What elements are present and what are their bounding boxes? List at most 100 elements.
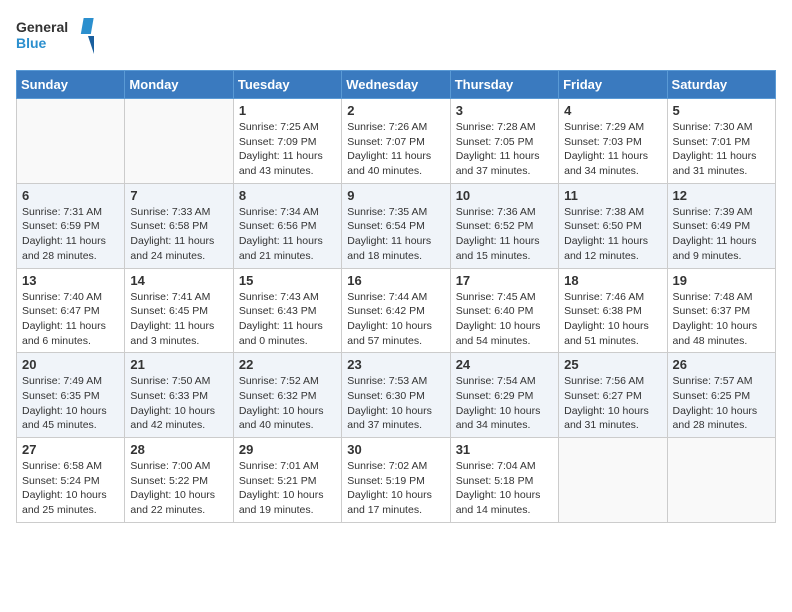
calendar-cell: 26 Sunrise: 7:57 AM Sunset: 6:25 PM Dayli… xyxy=(667,353,775,438)
calendar-cell: 15 Sunrise: 7:43 AM Sunset: 6:43 PM Dayli… xyxy=(233,268,341,353)
day-info: Sunrise: 7:00 AM Sunset: 5:22 PM Dayligh… xyxy=(130,459,227,518)
day-info: Sunrise: 7:31 AM Sunset: 6:59 PM Dayligh… xyxy=(22,205,119,264)
calendar-cell: 22 Sunrise: 7:52 AM Sunset: 6:32 PM Dayli… xyxy=(233,353,341,438)
day-number: 15 xyxy=(239,273,336,288)
calendar-cell: 23 Sunrise: 7:53 AM Sunset: 6:30 PM Dayli… xyxy=(342,353,450,438)
day-info: Sunrise: 7:30 AM Sunset: 7:01 PM Dayligh… xyxy=(673,120,770,179)
calendar-cell: 9 Sunrise: 7:35 AM Sunset: 6:54 PM Daylig… xyxy=(342,183,450,268)
day-number: 25 xyxy=(564,357,661,372)
column-header-monday: Monday xyxy=(125,71,233,99)
calendar-week-row: 1 Sunrise: 7:25 AM Sunset: 7:09 PM Daylig… xyxy=(17,99,776,184)
calendar-cell: 10Sunrise: 7:36 AM Sunset: 6:52 PM Dayli… xyxy=(450,183,558,268)
column-header-thursday: Thursday xyxy=(450,71,558,99)
day-info: Sunrise: 7:57 AM Sunset: 6:25 PM Dayligh… xyxy=(673,374,770,433)
calendar-cell xyxy=(667,438,775,523)
calendar-cell xyxy=(17,99,125,184)
svg-text:Blue: Blue xyxy=(16,35,47,51)
day-number: 16 xyxy=(347,273,444,288)
calendar-week-row: 13Sunrise: 7:40 AM Sunset: 6:47 PM Dayli… xyxy=(17,268,776,353)
calendar-cell: 18 Sunrise: 7:46 AM Sunset: 6:38 PM Dayli… xyxy=(559,268,667,353)
calendar-cell: 13Sunrise: 7:40 AM Sunset: 6:47 PM Dayli… xyxy=(17,268,125,353)
day-info: Sunrise: 7:48 AM Sunset: 6:37 PM Dayligh… xyxy=(673,290,770,349)
day-number: 22 xyxy=(239,357,336,372)
calendar-cell: 24 Sunrise: 7:54 AM Sunset: 6:29 PM Dayli… xyxy=(450,353,558,438)
day-number: 4 xyxy=(564,103,661,118)
column-header-tuesday: Tuesday xyxy=(233,71,341,99)
calendar-cell: 12 Sunrise: 7:39 AM Sunset: 6:49 PM Dayli… xyxy=(667,183,775,268)
day-number: 9 xyxy=(347,188,444,203)
day-number: 13 xyxy=(22,273,119,288)
day-number: 26 xyxy=(673,357,770,372)
day-info: Sunrise: 7:04 AM Sunset: 5:18 PM Dayligh… xyxy=(456,459,553,518)
logo: General Blue xyxy=(16,16,96,58)
calendar-cell: 30 Sunrise: 7:02 AM Sunset: 5:19 PM Dayli… xyxy=(342,438,450,523)
calendar-table: SundayMondayTuesdayWednesdayThursdayFrid… xyxy=(16,70,776,523)
calendar-cell: 4 Sunrise: 7:29 AM Sunset: 7:03 PM Daylig… xyxy=(559,99,667,184)
day-number: 7 xyxy=(130,188,227,203)
day-info: Sunrise: 7:35 AM Sunset: 6:54 PM Dayligh… xyxy=(347,205,444,264)
day-info: Sunrise: 7:54 AM Sunset: 6:29 PM Dayligh… xyxy=(456,374,553,433)
svg-text:General: General xyxy=(16,19,68,35)
day-info: Sunrise: 7:39 AM Sunset: 6:49 PM Dayligh… xyxy=(673,205,770,264)
day-info: Sunrise: 7:52 AM Sunset: 6:32 PM Dayligh… xyxy=(239,374,336,433)
day-number: 21 xyxy=(130,357,227,372)
day-number: 30 xyxy=(347,442,444,457)
day-info: Sunrise: 7:50 AM Sunset: 6:33 PM Dayligh… xyxy=(130,374,227,433)
day-info: Sunrise: 7:53 AM Sunset: 6:30 PM Dayligh… xyxy=(347,374,444,433)
calendar-cell: 7Sunrise: 7:33 AM Sunset: 6:58 PM Daylig… xyxy=(125,183,233,268)
day-info: Sunrise: 7:41 AM Sunset: 6:45 PM Dayligh… xyxy=(130,290,227,349)
day-number: 2 xyxy=(347,103,444,118)
column-header-friday: Friday xyxy=(559,71,667,99)
calendar-cell: 28 Sunrise: 7:00 AM Sunset: 5:22 PM Dayli… xyxy=(125,438,233,523)
day-number: 1 xyxy=(239,103,336,118)
calendar-week-row: 20Sunrise: 7:49 AM Sunset: 6:35 PM Dayli… xyxy=(17,353,776,438)
calendar-cell: 6Sunrise: 7:31 AM Sunset: 6:59 PM Daylig… xyxy=(17,183,125,268)
day-number: 19 xyxy=(673,273,770,288)
column-header-wednesday: Wednesday xyxy=(342,71,450,99)
day-number: 5 xyxy=(673,103,770,118)
day-number: 24 xyxy=(456,357,553,372)
calendar-cell: 19 Sunrise: 7:48 AM Sunset: 6:37 PM Dayli… xyxy=(667,268,775,353)
calendar-week-row: 6Sunrise: 7:31 AM Sunset: 6:59 PM Daylig… xyxy=(17,183,776,268)
calendar-cell: 11Sunrise: 7:38 AM Sunset: 6:50 PM Dayli… xyxy=(559,183,667,268)
day-info: Sunrise: 7:25 AM Sunset: 7:09 PM Dayligh… xyxy=(239,120,336,179)
calendar-cell: 16 Sunrise: 7:44 AM Sunset: 6:42 PM Dayli… xyxy=(342,268,450,353)
day-info: Sunrise: 7:29 AM Sunset: 7:03 PM Dayligh… xyxy=(564,120,661,179)
day-info: Sunrise: 7:56 AM Sunset: 6:27 PM Dayligh… xyxy=(564,374,661,433)
day-number: 10 xyxy=(456,188,553,203)
day-number: 12 xyxy=(673,188,770,203)
day-number: 29 xyxy=(239,442,336,457)
day-number: 8 xyxy=(239,188,336,203)
calendar-cell: 17Sunrise: 7:45 AM Sunset: 6:40 PM Dayli… xyxy=(450,268,558,353)
day-info: Sunrise: 7:43 AM Sunset: 6:43 PM Dayligh… xyxy=(239,290,336,349)
calendar-cell: 31 Sunrise: 7:04 AM Sunset: 5:18 PM Dayli… xyxy=(450,438,558,523)
day-number: 27 xyxy=(22,442,119,457)
day-number: 17 xyxy=(456,273,553,288)
page-header: General Blue xyxy=(16,16,776,58)
calendar-cell: 25 Sunrise: 7:56 AM Sunset: 6:27 PM Dayli… xyxy=(559,353,667,438)
day-number: 18 xyxy=(564,273,661,288)
day-number: 14 xyxy=(130,273,227,288)
day-info: Sunrise: 6:58 AM Sunset: 5:24 PM Dayligh… xyxy=(22,459,119,518)
calendar-cell xyxy=(125,99,233,184)
day-number: 31 xyxy=(456,442,553,457)
day-info: Sunrise: 7:34 AM Sunset: 6:56 PM Dayligh… xyxy=(239,205,336,264)
calendar-cell: 2 Sunrise: 7:26 AM Sunset: 7:07 PM Daylig… xyxy=(342,99,450,184)
day-info: Sunrise: 7:02 AM Sunset: 5:19 PM Dayligh… xyxy=(347,459,444,518)
day-number: 23 xyxy=(347,357,444,372)
calendar-cell xyxy=(559,438,667,523)
calendar-cell: 8 Sunrise: 7:34 AM Sunset: 6:56 PM Daylig… xyxy=(233,183,341,268)
calendar-cell: 1 Sunrise: 7:25 AM Sunset: 7:09 PM Daylig… xyxy=(233,99,341,184)
day-info: Sunrise: 7:26 AM Sunset: 7:07 PM Dayligh… xyxy=(347,120,444,179)
calendar-cell: 21 Sunrise: 7:50 AM Sunset: 6:33 PM Dayli… xyxy=(125,353,233,438)
day-number: 20 xyxy=(22,357,119,372)
calendar-cell: 5 Sunrise: 7:30 AM Sunset: 7:01 PM Daylig… xyxy=(667,99,775,184)
column-header-sunday: Sunday xyxy=(17,71,125,99)
day-info: Sunrise: 7:01 AM Sunset: 5:21 PM Dayligh… xyxy=(239,459,336,518)
calendar-cell: 27 Sunrise: 6:58 AM Sunset: 5:24 PM Dayli… xyxy=(17,438,125,523)
calendar-header-row: SundayMondayTuesdayWednesdayThursdayFrid… xyxy=(17,71,776,99)
day-info: Sunrise: 7:46 AM Sunset: 6:38 PM Dayligh… xyxy=(564,290,661,349)
day-number: 28 xyxy=(130,442,227,457)
calendar-week-row: 27 Sunrise: 6:58 AM Sunset: 5:24 PM Dayli… xyxy=(17,438,776,523)
day-info: Sunrise: 7:44 AM Sunset: 6:42 PM Dayligh… xyxy=(347,290,444,349)
